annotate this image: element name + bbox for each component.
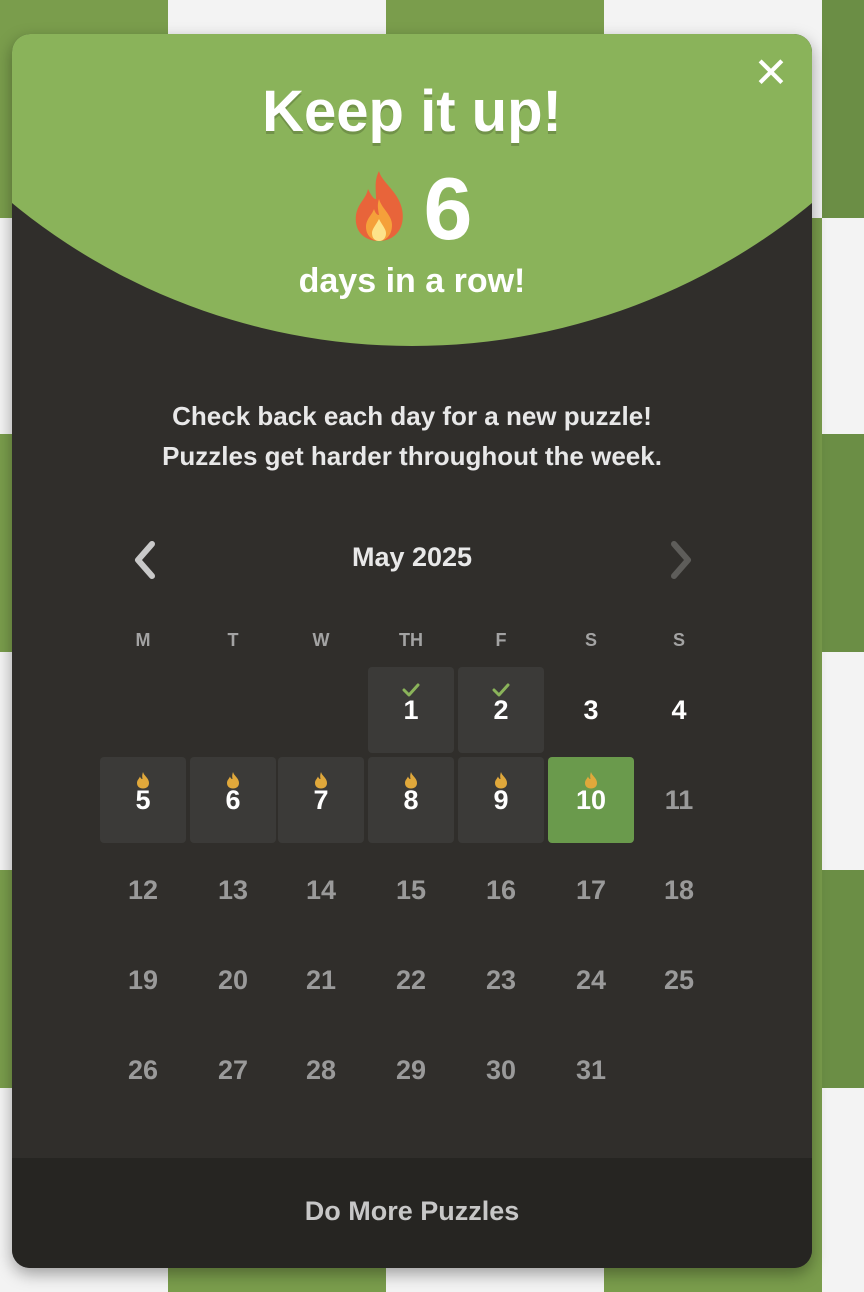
day-number: 16 bbox=[485, 875, 517, 905]
calendar-day-10[interactable]: 10 bbox=[548, 757, 634, 843]
calendar-day-2[interactable]: 2 bbox=[458, 667, 544, 753]
day-number: 27 bbox=[217, 1055, 249, 1085]
flame-icon bbox=[134, 765, 152, 789]
info-line-2: Puzzles get harder throughout the week. bbox=[162, 441, 662, 471]
weekday-header-row: M T W TH F S S bbox=[12, 630, 812, 650]
calendar-day-30[interactable]: 30 bbox=[458, 1027, 544, 1113]
calendar-day-12[interactable]: 12 bbox=[100, 847, 186, 933]
calendar-day-4[interactable]: 4 bbox=[636, 667, 722, 753]
streak-label: days in a row! bbox=[298, 262, 526, 300]
calendar-day-27[interactable]: 27 bbox=[190, 1027, 276, 1113]
streak-modal: ✕ Keep it up! 6 days in a row! Check bac… bbox=[12, 34, 812, 1268]
day-number: 8 bbox=[403, 785, 419, 815]
day-number: 25 bbox=[663, 965, 695, 995]
calendar-day-11[interactable]: 11 bbox=[636, 757, 722, 843]
day-number: 3 bbox=[583, 695, 599, 725]
weekday-label: S bbox=[672, 630, 685, 650]
flame-icon bbox=[355, 171, 403, 241]
calendar-day-15[interactable]: 15 bbox=[368, 847, 454, 933]
streak-counter: 6 bbox=[12, 154, 812, 264]
day-number: 14 bbox=[305, 875, 337, 905]
calendar-day-3[interactable]: 3 bbox=[548, 667, 634, 753]
day-number: 7 bbox=[313, 785, 329, 815]
streak-number: 6 bbox=[423, 159, 473, 258]
flame-icon bbox=[224, 765, 242, 789]
calendar-day-7[interactable]: 7 bbox=[278, 757, 364, 843]
day-number: 10 bbox=[575, 785, 607, 815]
modal-title: Keep it up! bbox=[262, 79, 562, 144]
calendar-grid: 1 2 3 4 5 6 7 8 9 10 11 12 13 14 15 16 17 18 19 20 21 22 23 24 2… bbox=[100, 667, 728, 1117]
calendar-day-16[interactable]: 16 bbox=[458, 847, 544, 933]
calendar-day-29[interactable]: 29 bbox=[368, 1027, 454, 1113]
calendar-day-5[interactable]: 5 bbox=[100, 757, 186, 843]
chevron-right-icon[interactable] bbox=[660, 538, 700, 582]
do-more-puzzles-button[interactable]: Do More Puzzles bbox=[12, 1196, 812, 1227]
day-number: 13 bbox=[217, 875, 249, 905]
day-number: 11 bbox=[664, 785, 694, 815]
day-number: 1 bbox=[403, 695, 419, 725]
modal-footer: Do More Puzzles bbox=[12, 1158, 812, 1268]
day-number: 23 bbox=[485, 965, 517, 995]
calendar-day-17[interactable]: 17 bbox=[548, 847, 634, 933]
day-number: 22 bbox=[395, 965, 427, 995]
check-icon bbox=[492, 675, 510, 697]
calendar-header: May 2025 bbox=[12, 536, 812, 582]
flame-icon bbox=[402, 765, 420, 789]
info-line-1: Check back each day for a new puzzle! bbox=[172, 401, 652, 431]
weekday-label: F bbox=[495, 630, 507, 650]
calendar-day-18[interactable]: 18 bbox=[636, 847, 722, 933]
day-number: 19 bbox=[127, 965, 159, 995]
calendar-day-20[interactable]: 20 bbox=[190, 937, 276, 1023]
day-number: 18 bbox=[663, 875, 695, 905]
calendar-day-25[interactable]: 25 bbox=[636, 937, 722, 1023]
weekday-label: M bbox=[135, 630, 151, 650]
flame-icon bbox=[582, 765, 600, 789]
weekday-label: TH bbox=[399, 630, 423, 650]
day-number: 31 bbox=[575, 1055, 607, 1085]
calendar-day-14[interactable]: 14 bbox=[278, 847, 364, 933]
flame-icon bbox=[312, 765, 330, 789]
weekday-label: W bbox=[312, 630, 330, 650]
day-number: 4 bbox=[671, 695, 687, 725]
day-number: 24 bbox=[575, 965, 607, 995]
day-number: 28 bbox=[305, 1055, 337, 1085]
calendar-day-8[interactable]: 8 bbox=[368, 757, 454, 843]
day-number: 26 bbox=[127, 1055, 159, 1085]
weekday-label: S bbox=[584, 630, 597, 650]
day-number: 20 bbox=[217, 965, 249, 995]
calendar-day-1[interactable]: 1 bbox=[368, 667, 454, 753]
day-number: 12 bbox=[127, 875, 159, 905]
flame-icon bbox=[492, 765, 510, 789]
calendar-day-6[interactable]: 6 bbox=[190, 757, 276, 843]
calendar-day-9[interactable]: 9 bbox=[458, 757, 544, 843]
day-number: 5 bbox=[135, 785, 151, 815]
day-number: 15 bbox=[395, 875, 427, 905]
calendar-day-24[interactable]: 24 bbox=[548, 937, 634, 1023]
calendar-day-13[interactable]: 13 bbox=[190, 847, 276, 933]
calendar-day-28[interactable]: 28 bbox=[278, 1027, 364, 1113]
day-number: 6 bbox=[225, 785, 241, 815]
day-number: 9 bbox=[493, 785, 509, 815]
calendar-day-19[interactable]: 19 bbox=[100, 937, 186, 1023]
calendar-day-22[interactable]: 22 bbox=[368, 937, 454, 1023]
calendar-day-21[interactable]: 21 bbox=[278, 937, 364, 1023]
day-number: 2 bbox=[493, 695, 509, 725]
calendar-day-31[interactable]: 31 bbox=[548, 1027, 634, 1113]
calendar-day-26[interactable]: 26 bbox=[100, 1027, 186, 1113]
day-number: 30 bbox=[485, 1055, 517, 1085]
info-message: Check back each day for a new puzzle! Pu… bbox=[12, 396, 812, 476]
calendar-day-23[interactable]: 23 bbox=[458, 937, 544, 1023]
day-number: 17 bbox=[575, 875, 607, 905]
day-number: 21 bbox=[305, 965, 337, 995]
check-icon bbox=[402, 675, 420, 697]
weekday-label: T bbox=[227, 630, 239, 650]
day-number: 29 bbox=[395, 1055, 427, 1085]
